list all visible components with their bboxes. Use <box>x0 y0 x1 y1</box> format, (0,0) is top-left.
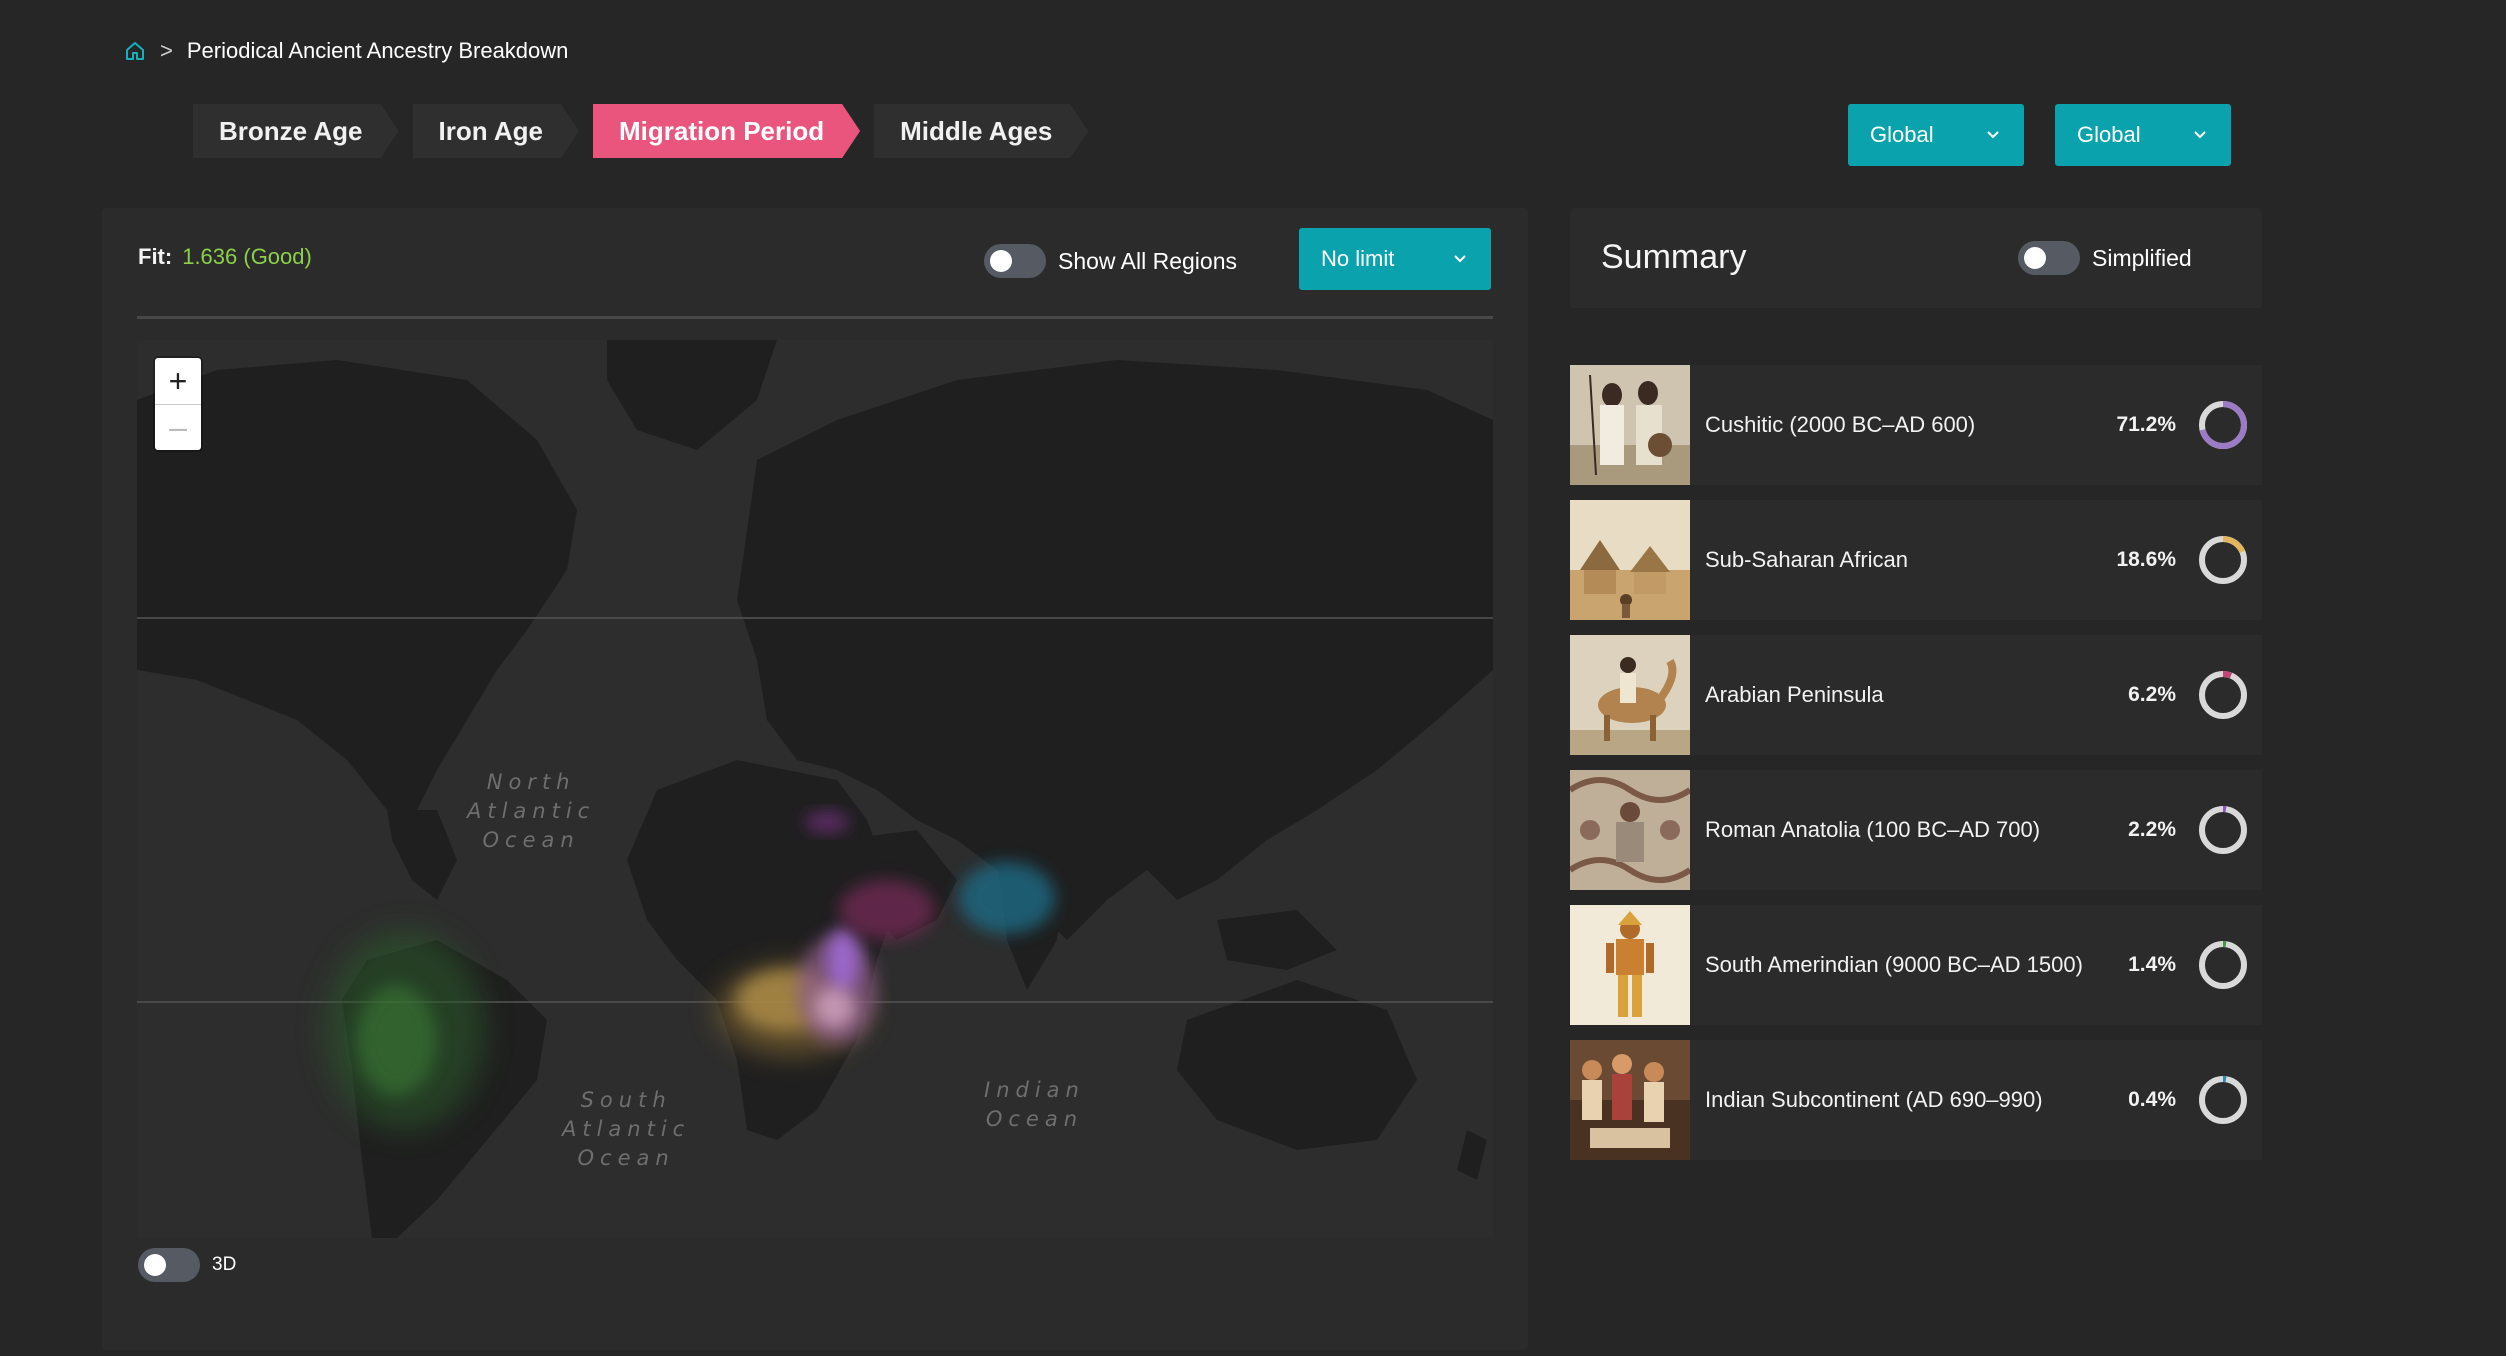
dropdown-value: No limit <box>1321 246 1395 271</box>
ancestry-label: Sub-Saharan African <box>1705 547 1909 572</box>
dropdown-value: Global <box>1870 122 1934 147</box>
toggle-knob <box>144 1254 166 1276</box>
world-map[interactable]: + – North Atlantic Ocean South Atlantic … <box>137 340 1493 1238</box>
ancestry-thumbnail <box>1570 1040 1690 1160</box>
list-item[interactable]: Arabian Peninsula 6.2% <box>1570 635 2262 755</box>
breadcrumb-separator: > <box>160 38 173 63</box>
tab-middle-ages[interactable]: Middle Ages <box>874 104 1088 158</box>
ocean-label-north-atlantic: North Atlantic Ocean <box>467 770 596 852</box>
tab-label: Iron Age <box>438 115 543 146</box>
ancestry-label: Indian Subcontinent (AD 690–990) <box>1705 1087 2043 1112</box>
summary-header: Summary Simplified <box>1570 208 2262 308</box>
ancestry-percent: 71.2% <box>2116 413 2176 436</box>
3d-toggle[interactable] <box>138 1248 200 1282</box>
show-all-regions-label: Show All Regions <box>1058 247 1237 274</box>
limit-dropdown[interactable]: No limit <box>1299 228 1491 290</box>
period-tabs: Bronze Age Iron Age Migration Period Mid… <box>193 104 1088 158</box>
simplified-label: Simplified <box>2092 244 2192 271</box>
tab-iron-age[interactable]: Iron Age <box>413 104 579 158</box>
zoom-control: + – <box>155 358 201 450</box>
summary-title: Summary <box>1601 238 1747 276</box>
region-roman-anatolia <box>805 811 849 833</box>
home-icon[interactable] <box>124 40 146 62</box>
ancestry-thumbnail <box>1570 500 1690 620</box>
tab-label: Bronze Age <box>219 115 363 146</box>
region-indian-subcontinent <box>959 862 1055 934</box>
percent-ring <box>2199 941 2247 989</box>
chevron-down-icon <box>2191 129 2209 141</box>
region-arabian <box>839 880 935 940</box>
toggle-knob <box>2024 247 2046 269</box>
ancestry-percent: 2.2% <box>2128 818 2176 841</box>
fit-label: Fit: <box>138 244 173 269</box>
ancestry-thumbnail <box>1570 770 1690 890</box>
map-panel: Fit: 1.636 (Good) Show All Regions No li… <box>102 208 1528 1350</box>
list-item[interactable]: Sub-Saharan African 18.6% <box>1570 500 2262 620</box>
ancestry-label: Roman Anatolia (100 BC–AD 700) <box>1705 817 2041 842</box>
region-cushitic-highlight <box>815 988 855 1028</box>
ancestry-percent: 1.4% <box>2128 953 2176 976</box>
breadcrumb: > Periodical Ancient Ancestry Breakdown <box>124 34 568 68</box>
list-item[interactable]: South Amerindian (9000 BC–AD 1500) 1.4% <box>1570 905 2262 1025</box>
show-all-regions-toggle[interactable] <box>984 244 1046 278</box>
zoom-in-button[interactable]: + <box>155 358 201 404</box>
zoom-out-button[interactable]: – <box>155 404 201 450</box>
tab-migration-period[interactable]: Migration Period <box>593 104 860 158</box>
percent-ring <box>2199 806 2247 854</box>
ancestry-percent: 0.4% <box>2128 1088 2176 1111</box>
ancestry-list: Cushitic (2000 BC–AD 600) 71.2% Sub-Saha… <box>1570 365 2262 1175</box>
tab-label: Migration Period <box>618 115 825 146</box>
ancestry-thumbnail <box>1570 365 1690 485</box>
chevron-down-icon <box>1984 129 2002 141</box>
ancestry-thumbnail <box>1570 635 1690 755</box>
fit-value: 1.636 (Good) <box>182 244 312 269</box>
ancestry-percent: 18.6% <box>2116 548 2176 571</box>
tab-label: Middle Ages <box>900 115 1053 146</box>
region-south-amerindian-core <box>357 985 437 1095</box>
ancestry-thumbnail <box>1570 905 1690 1025</box>
ocean-label-indian: Indian Ocean <box>984 1078 1085 1131</box>
percent-ring <box>2199 401 2247 449</box>
percent-ring <box>2199 671 2247 719</box>
map-graphic <box>137 340 1493 1238</box>
show-all-regions-control: Show All Regions <box>984 244 1237 278</box>
list-item[interactable]: Roman Anatolia (100 BC–AD 700) 2.2% <box>1570 770 2262 890</box>
region-cushitic-core <box>827 928 859 992</box>
page-title: Periodical Ancient Ancestry Breakdown <box>186 38 569 63</box>
ancestry-label: South Amerindian (9000 BC–AD 1500) <box>1705 952 2083 977</box>
ancestry-percent: 6.2% <box>2128 683 2176 706</box>
3d-label: 3D <box>212 1254 237 1275</box>
list-item[interactable]: Cushitic (2000 BC–AD 600) 71.2% <box>1570 365 2262 485</box>
list-item[interactable]: Indian Subcontinent (AD 690–990) 0.4% <box>1570 1040 2262 1160</box>
toggle-knob <box>990 250 1012 272</box>
divider <box>137 316 1493 319</box>
percent-ring <box>2199 1076 2247 1124</box>
dropdown-value: Global <box>2077 122 2141 147</box>
fit-indicator: Fit: 1.636 (Good) <box>138 244 312 270</box>
region-dropdown-1[interactable]: Global <box>1848 104 2024 166</box>
ancestry-label: Cushitic (2000 BC–AD 600) <box>1705 412 1976 437</box>
percent-ring <box>2199 536 2247 584</box>
region-dropdown-2[interactable]: Global <box>2055 104 2231 166</box>
tab-bronze-age[interactable]: Bronze Age <box>193 104 399 158</box>
ocean-label-south-atlantic: South Atlantic Ocean <box>562 1088 691 1170</box>
simplified-control: Simplified <box>2018 241 2192 275</box>
chevron-down-icon <box>1451 253 1469 265</box>
simplified-toggle[interactable] <box>2018 241 2080 275</box>
ancestry-label: Arabian Peninsula <box>1705 682 1884 707</box>
3d-control: 3D <box>138 1248 236 1282</box>
